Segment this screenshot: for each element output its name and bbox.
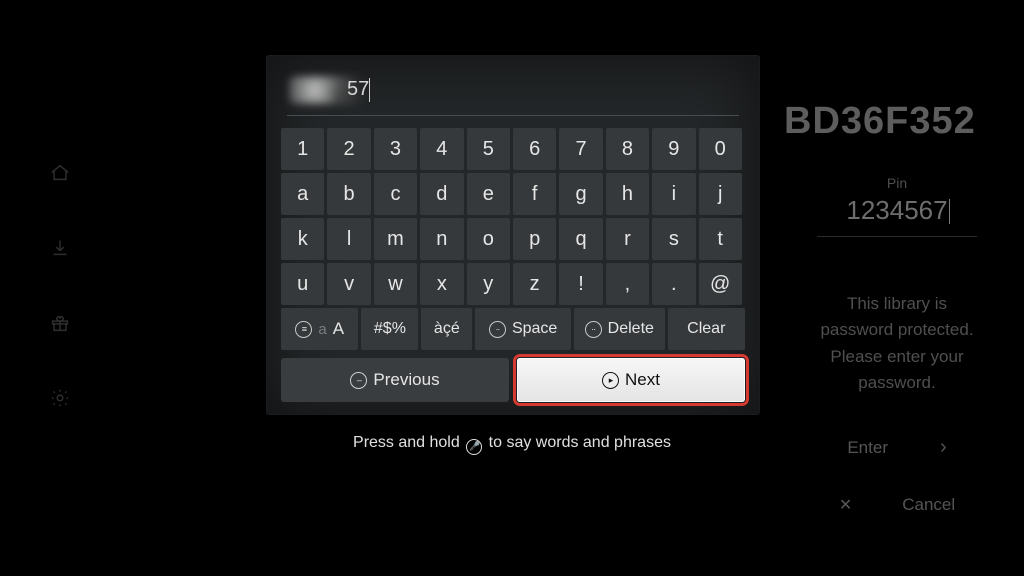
key-3[interactable]: 3 [374,128,417,170]
shift-key[interactable]: ≡ aA [281,308,358,350]
key-s[interactable]: s [652,218,695,260]
previous-icon: – [350,372,367,389]
key-k[interactable]: k [281,218,324,260]
left-nav-rail [0,0,120,576]
delete-key[interactable]: ·· Delete [574,308,665,350]
key-7[interactable]: 7 [559,128,602,170]
key-o[interactable]: o [467,218,510,260]
password-prompt-panel: BD36F352 Pin 1234567 This library is pas… [770,0,1024,576]
clear-key[interactable]: Clear [668,308,745,350]
pin-field-value[interactable]: 1234567 [846,195,947,226]
space-icon: ·· [489,321,506,338]
key-f[interactable]: f [513,173,556,215]
gift-icon[interactable] [49,312,71,339]
onscreen-keyboard: 57 1234567890 abcdefghij klmnopqrst uvwx… [267,56,759,414]
close-icon: ✕ [839,495,852,515]
home-icon[interactable] [49,162,71,189]
key-u[interactable]: u [281,263,324,305]
key-g[interactable]: g [559,173,602,215]
space-key[interactable]: ·· Space [475,308,571,350]
key-t[interactable]: t [699,218,742,260]
key-4[interactable]: 4 [420,128,463,170]
key-9[interactable]: 9 [652,128,695,170]
key-b[interactable]: b [327,173,370,215]
key-e[interactable]: e [467,173,510,215]
key-a[interactable]: a [281,173,324,215]
key-z[interactable]: z [513,263,556,305]
next-icon: ▸ [602,372,619,389]
mic-icon: 🎤 [466,439,482,455]
key-,[interactable]: , [606,263,649,305]
cancel-button[interactable]: ✕ Cancel [770,495,1024,515]
key-w[interactable]: w [374,263,417,305]
next-button[interactable]: ▸ Next [517,358,745,402]
key-r[interactable]: r [606,218,649,260]
key-@[interactable]: @ [699,263,742,305]
voice-hint: Press and hold 🎤 to say words and phrase… [0,434,1024,453]
key-x[interactable]: x [420,263,463,305]
key-v[interactable]: v [327,263,370,305]
key-d[interactable]: d [420,173,463,215]
accents-key[interactable]: àçé [421,308,472,350]
key-y[interactable]: y [467,263,510,305]
key-1[interactable]: 1 [281,128,324,170]
key-n[interactable]: n [420,218,463,260]
key-8[interactable]: 8 [606,128,649,170]
key-5[interactable]: 5 [467,128,510,170]
key-2[interactable]: 2 [327,128,370,170]
key-p[interactable]: p [513,218,556,260]
download-icon[interactable] [49,237,71,264]
key-0[interactable]: 0 [699,128,742,170]
key-.[interactable]: . [652,263,695,305]
key-q[interactable]: q [559,218,602,260]
prompt-message: This library is password protected. Plea… [770,291,1024,396]
shift-icon: ≡ [295,321,312,338]
symbols-key[interactable]: #$% [361,308,418,350]
key-j[interactable]: j [699,173,742,215]
device-id: BD36F352 [770,100,1024,143]
settings-icon[interactable] [49,387,71,414]
delete-icon: ·· [585,321,602,338]
previous-button[interactable]: – Previous [281,358,509,402]
key-![interactable]: ! [559,263,602,305]
key-i[interactable]: i [652,173,695,215]
keyboard-input[interactable]: 57 [287,72,739,116]
key-m[interactable]: m [374,218,417,260]
key-6[interactable]: 6 [513,128,556,170]
pin-field-label: Pin [770,175,1024,191]
key-h[interactable]: h [606,173,649,215]
key-c[interactable]: c [374,173,417,215]
key-l[interactable]: l [327,218,370,260]
